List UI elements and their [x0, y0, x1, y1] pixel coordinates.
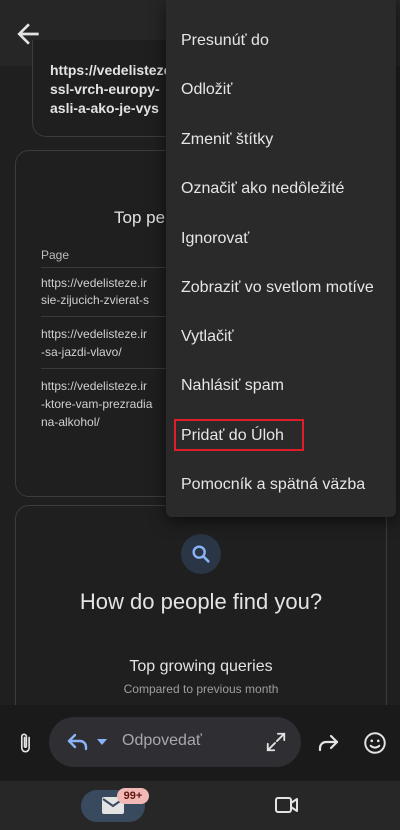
page-url[interactable]: https://vedelisteze.ir: [41, 378, 147, 394]
reply-type-selector[interactable]: [65, 730, 107, 759]
search-badge: [181, 534, 221, 574]
menu-item-report-spam[interactable]: Nahlásiť spam: [181, 375, 284, 397]
page-url[interactable]: -sa-jazdi-vlavo/: [41, 344, 122, 360]
reply-bar: Odpovedať: [0, 705, 400, 781]
expand-icon: [266, 732, 286, 752]
page-column-header: Page: [41, 248, 70, 262]
nav-meet-tab[interactable]: [274, 794, 300, 821]
page-url[interactable]: -ktore-vam-prezradia: [41, 396, 152, 412]
attach-button[interactable]: [14, 731, 36, 760]
paperclip-icon: [20, 733, 30, 753]
caret-down-icon: [97, 739, 107, 745]
page-url[interactable]: https://vedelisteze.ir: [41, 326, 147, 342]
forward-button[interactable]: [315, 731, 341, 760]
page-url[interactable]: https://vedelisteze.ir: [41, 275, 147, 291]
link-line[interactable]: ssl-vrch-europy-: [50, 81, 160, 97]
find-you-heading: How do people find you?: [79, 589, 323, 614]
top-growing-queries-label: Top growing queries: [129, 658, 273, 675]
forward-arrow-icon: [318, 734, 339, 752]
reply-arrow-icon: [67, 733, 88, 751]
reply-placeholder: Odpovedať: [122, 732, 202, 749]
page-url[interactable]: sie-zijucich-zvierat-s: [41, 292, 149, 308]
emoji-reaction-button[interactable]: [362, 730, 388, 761]
overflow-menu: Presunúť do Odložiť Zmeniť štítky Označi…: [166, 0, 396, 517]
menu-item-move-to[interactable]: Presunúť do: [181, 30, 269, 52]
menu-item-mark-not-important[interactable]: Označiť ako nedôležité: [181, 178, 344, 200]
video-camera-icon: [275, 797, 298, 813]
menu-item-snooze[interactable]: Odložiť: [181, 79, 232, 101]
bottom-navigation: 99+: [0, 781, 400, 830]
menu-item-light-theme[interactable]: Zobraziť vo svetlom motíve: [181, 277, 374, 299]
top-pages-title: Top pe: [114, 208, 166, 227]
link-line[interactable]: https://vedelisteze: [50, 62, 171, 78]
menu-item-change-labels[interactable]: Zmeniť štítky: [181, 129, 273, 151]
menu-item-print[interactable]: Vytlačiť: [181, 326, 234, 348]
unread-count-badge: 99+: [117, 788, 149, 804]
expand-compose-button[interactable]: [265, 731, 287, 758]
page-url[interactable]: na-alkohol/: [41, 414, 100, 430]
menu-item-help-feedback[interactable]: Pomocník a spätná väzba: [181, 474, 365, 496]
reply-field[interactable]: Odpovedať: [49, 717, 301, 767]
comparison-caption: Compared to previous month: [123, 682, 279, 696]
smiley-icon: [364, 732, 386, 754]
menu-item-add-to-tasks[interactable]: Pridať do Úloh: [181, 425, 284, 447]
link-line[interactable]: asli-a-ako-je-vys: [50, 100, 159, 116]
menu-item-mute[interactable]: Ignorovať: [181, 228, 249, 250]
search-icon: [192, 545, 210, 563]
